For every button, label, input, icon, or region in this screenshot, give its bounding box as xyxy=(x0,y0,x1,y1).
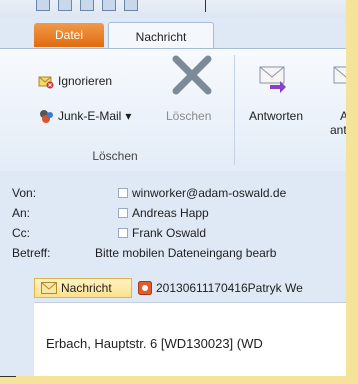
up-icon[interactable] xyxy=(102,0,116,11)
quick-access-toolbar xyxy=(0,0,346,18)
attachment-filename: 20130611170416Patryk We xyxy=(156,281,303,295)
junk-mail-button[interactable]: Junk-E-Mail ▾ xyxy=(38,106,131,126)
ignore-label: Ignorieren xyxy=(58,74,113,88)
qat-separator xyxy=(205,0,206,12)
subject-value: Bitte mobilen Dateneingang bearb xyxy=(95,246,277,260)
cc-recipient[interactable]: Frank Oswald xyxy=(132,226,206,240)
from-address[interactable]: winworker@adam-oswald.de xyxy=(132,186,286,200)
delete-label: Löschen xyxy=(166,109,212,123)
envelope-icon xyxy=(41,282,57,294)
ignore-button[interactable]: Ignorieren xyxy=(38,71,112,91)
tab-file[interactable]: Datei xyxy=(34,23,104,47)
undo-icon[interactable] xyxy=(58,0,72,11)
ribbon: Ignorieren Junk-E-Mail ▾ Löschen Löschen xyxy=(0,48,346,172)
delete-x-icon[interactable] xyxy=(172,55,212,95)
message-view-label: Nachricht xyxy=(61,281,112,295)
subject-row: Betreff: Bitte mobilen Dateneingang bear… xyxy=(0,245,346,261)
group-label-delete: Löschen xyxy=(92,149,138,163)
tab-message[interactable]: Nachricht xyxy=(108,22,214,51)
ribbon-group-separator xyxy=(234,55,235,165)
from-value[interactable]: winworker@adam-oswald.de xyxy=(118,186,286,200)
to-label: An: xyxy=(12,206,31,220)
presence-icon xyxy=(118,208,128,218)
ribbon-tabs: Datei Nachricht xyxy=(0,22,346,51)
to-recipient[interactable]: Andreas Happ xyxy=(132,206,209,220)
message-view-tab[interactable]: Nachricht xyxy=(34,278,132,298)
delete-button[interactable]: Löschen xyxy=(166,106,211,126)
ignore-icon xyxy=(38,76,54,89)
to-value[interactable]: Andreas Happ xyxy=(118,206,209,220)
divider xyxy=(0,376,16,377)
outlook-message-window: Datei Nachricht Ignorieren Junk-E-Mail ▾ xyxy=(0,0,346,376)
presence-icon xyxy=(118,188,128,198)
reply-all-label-line2: antw xyxy=(330,123,346,137)
reply-label: Antworten xyxy=(248,109,304,123)
pdf-file-icon xyxy=(138,281,152,295)
junk-mail-dropdown-icon[interactable]: ▾ xyxy=(125,109,131,123)
reply-icon[interactable] xyxy=(256,57,292,93)
from-label: Von: xyxy=(12,186,37,200)
reply-all-label-line1: A xyxy=(340,109,346,123)
to-row: An: Andreas Happ xyxy=(0,205,346,221)
message-body[interactable]: Erbach, Hauptstr. 6 [WD130023] (WD xyxy=(34,302,346,376)
subject-label: Betreff: xyxy=(12,246,51,260)
reply-button[interactable]: Antworten xyxy=(244,109,308,123)
message-header: Von: winworker@adam-oswald.de An: Andrea… xyxy=(0,171,346,277)
cc-value[interactable]: Frank Oswald xyxy=(118,226,206,240)
junk-mail-icon xyxy=(40,110,53,123)
redo-icon[interactable] xyxy=(80,0,94,11)
presence-icon xyxy=(118,228,128,238)
reply-all-button[interactable]: A antw xyxy=(330,109,346,137)
down-icon[interactable] xyxy=(124,0,138,11)
reply-all-icon[interactable] xyxy=(330,57,346,93)
from-row: Von: winworker@adam-oswald.de xyxy=(0,185,346,201)
junk-mail-label: Junk-E-Mail xyxy=(58,109,122,123)
message-body-text: Erbach, Hauptstr. 6 [WD130023] (WD xyxy=(46,336,263,351)
cc-row: Cc: Frank Oswald xyxy=(0,225,346,241)
attachment-file[interactable]: 20130611170416Patryk We xyxy=(138,278,303,298)
save-icon[interactable] xyxy=(36,0,50,11)
cc-label: Cc: xyxy=(12,226,30,240)
attachment-bar: Nachricht 20130611170416Patryk We xyxy=(0,276,346,300)
